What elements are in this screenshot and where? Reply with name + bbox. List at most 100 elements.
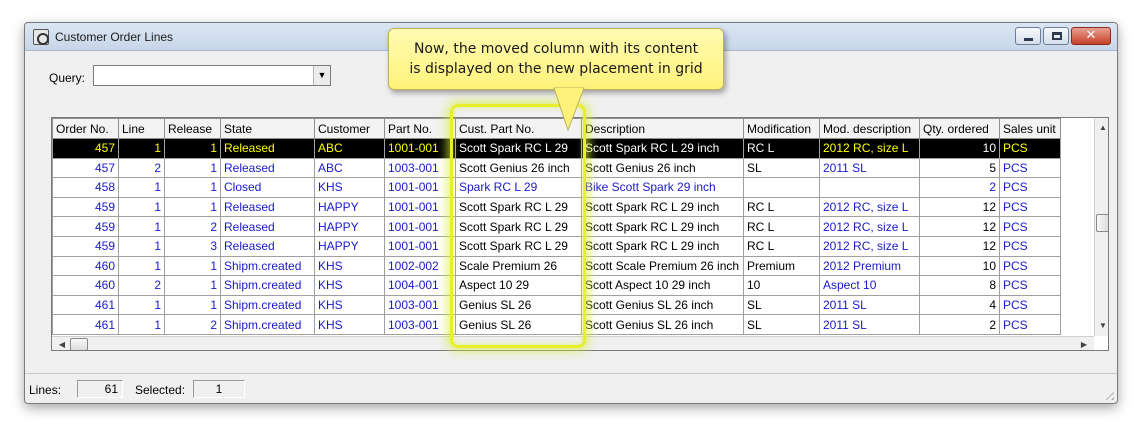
cell-sales-unit: PCS [999,294,1061,316]
cell-customer: KHS [314,177,385,198]
minimize-button[interactable] [1015,27,1041,45]
cell-release: 1 [164,294,221,316]
table-row[interactable]: 460 1 1 Shipm.created KHS 1002-002 Scale… [52,255,1061,277]
table-row[interactable]: 459 1 1 Released HAPPY 1001-001 Scott Sp… [52,196,1061,218]
cell-mod-description: 2012 RC, size L [819,196,920,218]
cell-part-no: 1001-001 [384,177,456,198]
cell-qty-ordered: 8 [919,275,1000,296]
cell-qty-ordered: 2 [919,314,1000,335]
cell-qty-ordered: 10 [919,255,1000,277]
cell-description: Bike Scott Spark 29 inch [581,177,744,198]
callout-line-2: is displayed on the new placement in gri… [409,61,703,77]
table-row[interactable]: 457 2 1 Released ABC 1003-001 Scott Geni… [52,157,1061,179]
cell-mod-description: 2011 SL [819,294,920,316]
cell-release: 1 [164,157,221,179]
cell-sales-unit: PCS [999,157,1061,179]
customer-order-lines-icon [33,29,49,45]
order-lines-table: Order No. Line Release State Customer Pa… [52,118,1061,335]
cell-modification: RC L [743,196,820,218]
cell-part-no: 1003-001 [384,314,456,335]
cell-modification: SL [743,294,820,316]
table-row[interactable]: 461 1 1 Shipm.created KHS 1003-001 Geniu… [52,294,1061,316]
cell-cust-part-no: Scott Spark RC L 29 [455,196,582,218]
cell-qty-ordered: 12 [919,216,1000,237]
cell-release: 1 [164,138,221,159]
cell-mod-description: 2012 Premium [819,255,920,277]
column-header-qty-ordered[interactable]: Qty. ordered [919,118,1000,139]
cell-description: Scott Scale Premium 26 inch [581,255,744,277]
cell-modification: SL [743,314,820,335]
table-row[interactable]: 461 1 2 Shipm.created KHS 1003-001 Geniu… [52,314,1061,335]
cell-state: Closed [220,177,315,198]
cell-part-no: 1003-001 [384,157,456,179]
cell-cust-part-no: Scott Spark RC L 29 [455,138,582,159]
scroll-left-icon[interactable]: ◀ [54,337,70,350]
resize-grip-icon[interactable] [1102,388,1114,400]
vertical-scroll-thumb[interactable] [1096,214,1108,232]
cell-description: Scott Spark RC L 29 inch [581,138,744,159]
cell-modification: SL [743,157,820,179]
cell-customer: KHS [314,314,385,335]
cell-modification: RC L [743,216,820,237]
query-dropdown[interactable]: ▼ [93,65,331,86]
chevron-down-icon[interactable]: ▼ [313,66,330,85]
maximize-button[interactable] [1043,27,1069,45]
callout-tooltip: Now, the moved column with its content i… [388,28,724,90]
callout-pointer [553,87,585,132]
scroll-right-icon[interactable]: ▶ [1076,337,1092,350]
column-header-customer[interactable]: Customer [314,118,385,139]
cell-customer: KHS [314,294,385,316]
table-row[interactable]: 459 1 3 Released HAPPY 1001-001 Scott Sp… [52,235,1061,257]
cell-qty-ordered: 12 [919,235,1000,257]
column-header-modification[interactable]: Modification [743,118,820,139]
cell-order-no: 460 [52,275,119,296]
horizontal-scrollbar[interactable]: ◀ ▶ [52,336,1094,350]
cell-part-no: 1001-001 [384,216,456,237]
cell-customer: KHS [314,255,385,277]
scroll-down-icon[interactable]: ▼ [1095,318,1108,334]
column-header-release[interactable]: Release [164,118,221,139]
cell-state: Released [220,235,315,257]
cell-part-no: 1001-001 [384,138,456,159]
cell-order-no: 461 [52,314,119,335]
cell-state: Shipm.created [220,275,315,296]
table-row[interactable]: 458 1 1 Closed KHS 1001-001 Spark RC L 2… [52,177,1061,198]
cell-line: 1 [118,294,165,316]
cell-part-no: 1002-002 [384,255,456,277]
window-title: Customer Order Lines [55,30,174,44]
cell-state: Released [220,157,315,179]
cell-line: 1 [118,196,165,218]
order-lines-grid[interactable]: Order No. Line Release State Customer Pa… [51,117,1109,351]
table-row[interactable]: 459 1 2 Released HAPPY 1001-001 Scott Sp… [52,216,1061,237]
cell-state: Released [220,216,315,237]
cell-release: 2 [164,314,221,335]
table-row[interactable]: 460 2 1 Shipm.created KHS 1004-001 Aspec… [52,275,1061,296]
column-header-state[interactable]: State [220,118,315,139]
callout-pointer-shape [553,87,585,132]
cell-order-no: 459 [52,196,119,218]
close-button[interactable]: ✕ [1071,27,1111,45]
column-header-sales-unit[interactable]: Sales unit [999,118,1061,139]
query-label: Query: [49,71,86,85]
cell-customer: HAPPY [314,196,385,218]
cell-line: 1 [118,177,165,198]
cell-description: Scott Spark RC L 29 inch [581,196,744,218]
cell-qty-ordered: 4 [919,294,1000,316]
vertical-scrollbar[interactable]: ▲ ▼ [1094,118,1108,336]
column-header-description[interactable]: Description [581,118,744,139]
column-header-order-no[interactable]: Order No. [52,118,119,139]
cell-cust-part-no: Scott Genius 26 inch [455,157,582,179]
column-header-mod-description[interactable]: Mod. description [819,118,920,139]
table-row-selected[interactable]: 457 1 1 Released ABC 1001-001 Scott Spar… [52,138,1061,159]
horizontal-scroll-thumb[interactable] [70,338,88,350]
scroll-up-icon[interactable]: ▲ [1095,120,1108,136]
cell-state: Released [220,138,315,159]
cell-cust-part-no: Genius SL 26 [455,294,582,316]
cell-cust-part-no: Aspect 10 29 [455,275,582,296]
column-header-line[interactable]: Line [118,118,165,139]
minimize-icon [1024,38,1033,41]
cell-sales-unit: PCS [999,138,1061,159]
column-header-part-no[interactable]: Part No. [384,118,456,139]
cell-release: 2 [164,216,221,237]
cell-line: 1 [118,216,165,237]
